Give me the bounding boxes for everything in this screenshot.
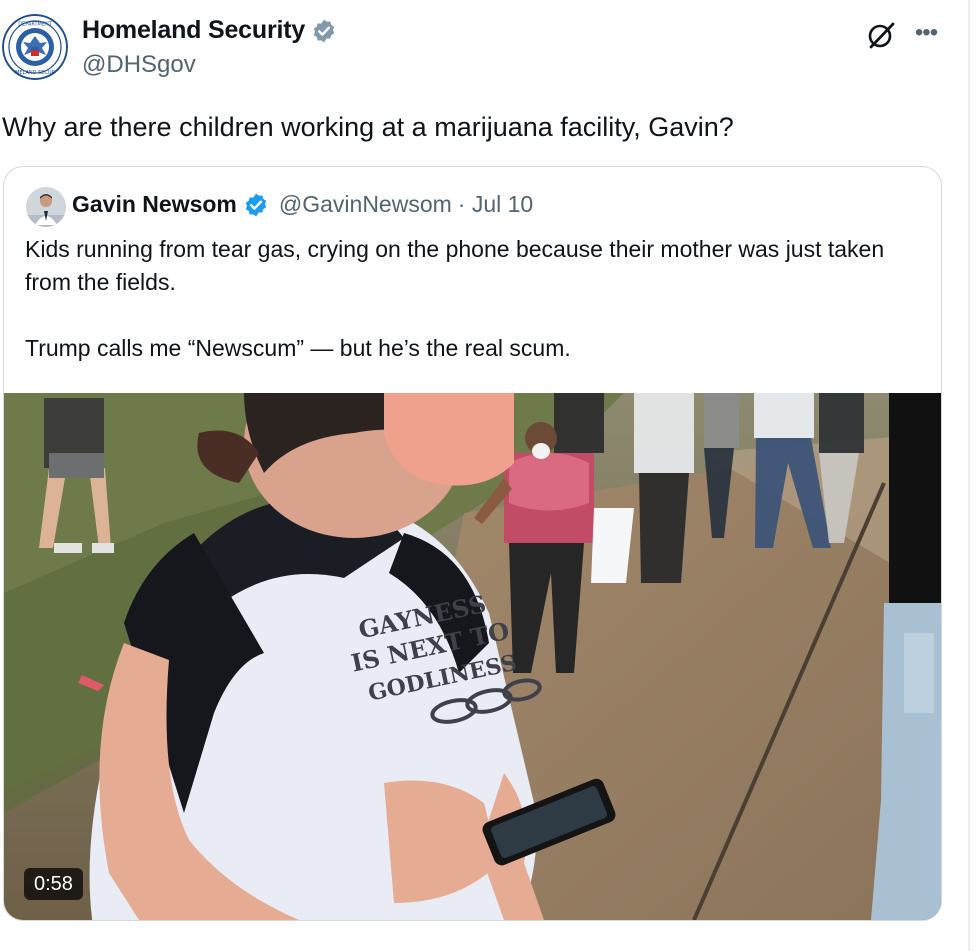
verified-badge-icon[interactable]	[311, 18, 337, 44]
video-player[interactable]: GAYNESS IS NEXT TO GODLINESS 0:58	[4, 393, 941, 920]
quoted-author-handle[interactable]: @GavinNewsom	[279, 191, 452, 218]
verified-badge-icon[interactable]	[243, 192, 269, 218]
author-name-row: Homeland Security	[82, 16, 337, 45]
quoted-text: Kids running from tear gas, crying on th…	[25, 233, 925, 365]
author-avatar[interactable]: DEPARTMENT HOMELAND SECURITY	[2, 14, 68, 80]
quoted-author-name[interactable]: Gavin Newsom	[72, 191, 237, 218]
author-name[interactable]: Homeland Security	[82, 16, 305, 45]
svg-text:DEPARTMENT: DEPARTMENT	[18, 22, 53, 28]
quoted-header: Gavin Newsom @GavinNewsom · Jul 10	[72, 191, 533, 218]
grok-icon[interactable]	[866, 20, 896, 50]
right-border	[968, 0, 970, 951]
video-duration: 0:58	[24, 868, 83, 900]
post-text: Why are there children working at a mari…	[2, 112, 734, 142]
more-icon[interactable]: •••	[912, 19, 940, 47]
author-handle[interactable]: @DHSgov	[82, 51, 196, 79]
quoted-paragraph: Trump calls me “Newscum” — but he’s the …	[25, 335, 571, 361]
svg-text:HOMELAND SECURITY: HOMELAND SECURITY	[7, 70, 63, 76]
video-frame: GAYNESS IS NEXT TO GODLINESS	[4, 393, 941, 920]
quoted-author-avatar[interactable]	[26, 187, 66, 227]
quoted-paragraph: Kids running from tear gas, crying on th…	[25, 236, 885, 295]
dhs-seal-logo: DEPARTMENT HOMELAND SECURITY	[2, 14, 68, 80]
quoted-post[interactable]: Gavin Newsom @GavinNewsom · Jul 10 Kids …	[3, 166, 942, 921]
quoted-date[interactable]: · Jul 10	[458, 191, 533, 218]
